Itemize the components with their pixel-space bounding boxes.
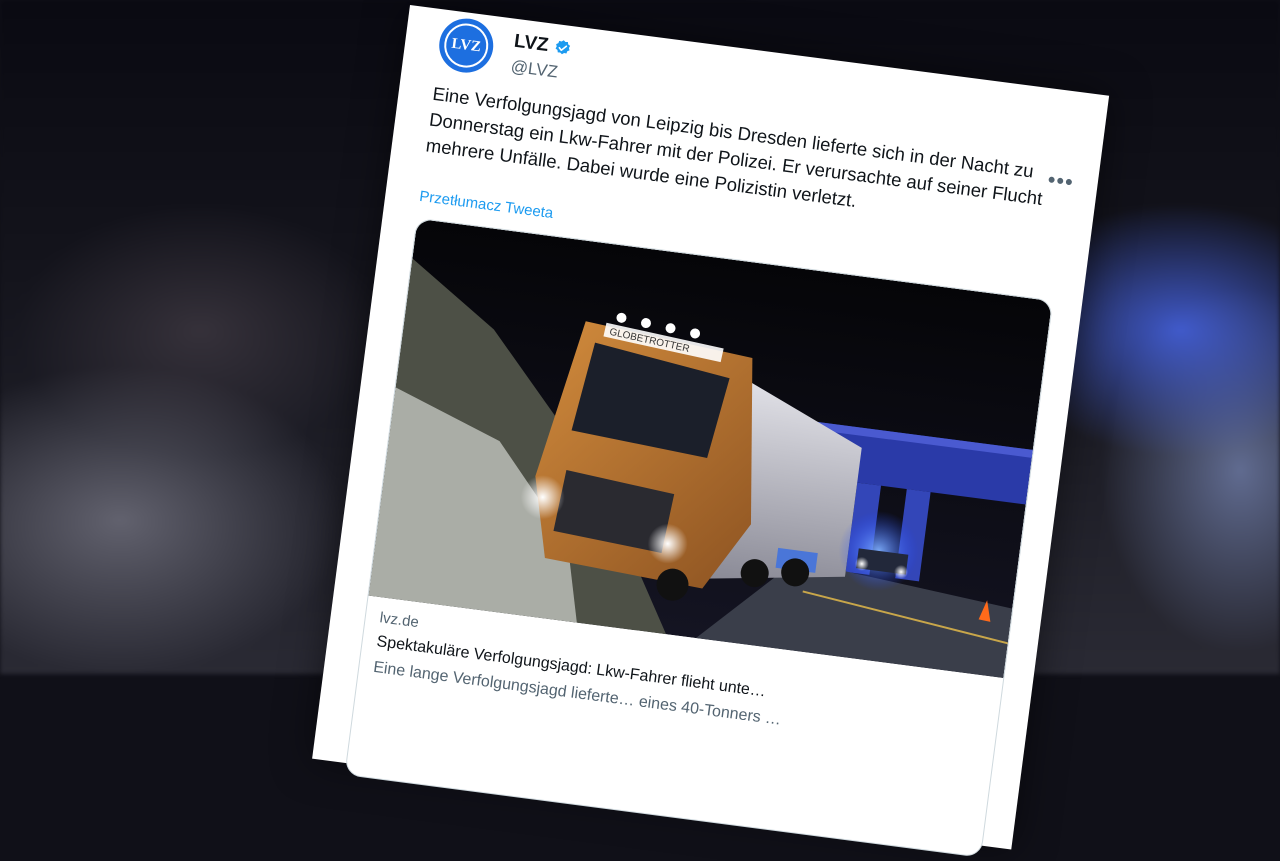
link-preview-card[interactable]: GLOBETROTTER lvz.de Spektakuläre Verfolg… bbox=[344, 217, 1054, 858]
avatar[interactable]: LVZ bbox=[435, 15, 497, 76]
account-name-row: LVZ bbox=[513, 31, 574, 60]
account-handle[interactable]: @LVZ bbox=[510, 57, 559, 83]
truck-photo: GLOBETROTTER bbox=[368, 218, 1053, 679]
avatar-logo: LVZ bbox=[441, 20, 491, 71]
tweet-card: LVZ LVZ @LVZ ••• Eine Verfolgungsjagd vo… bbox=[312, 5, 1110, 858]
verified-badge-icon bbox=[556, 40, 571, 55]
link-domain: lvz.de bbox=[378, 609, 420, 632]
account-name[interactable]: LVZ bbox=[513, 31, 550, 57]
translate-tweet-link[interactable]: Przetłumacz Tweeta bbox=[418, 188, 554, 222]
